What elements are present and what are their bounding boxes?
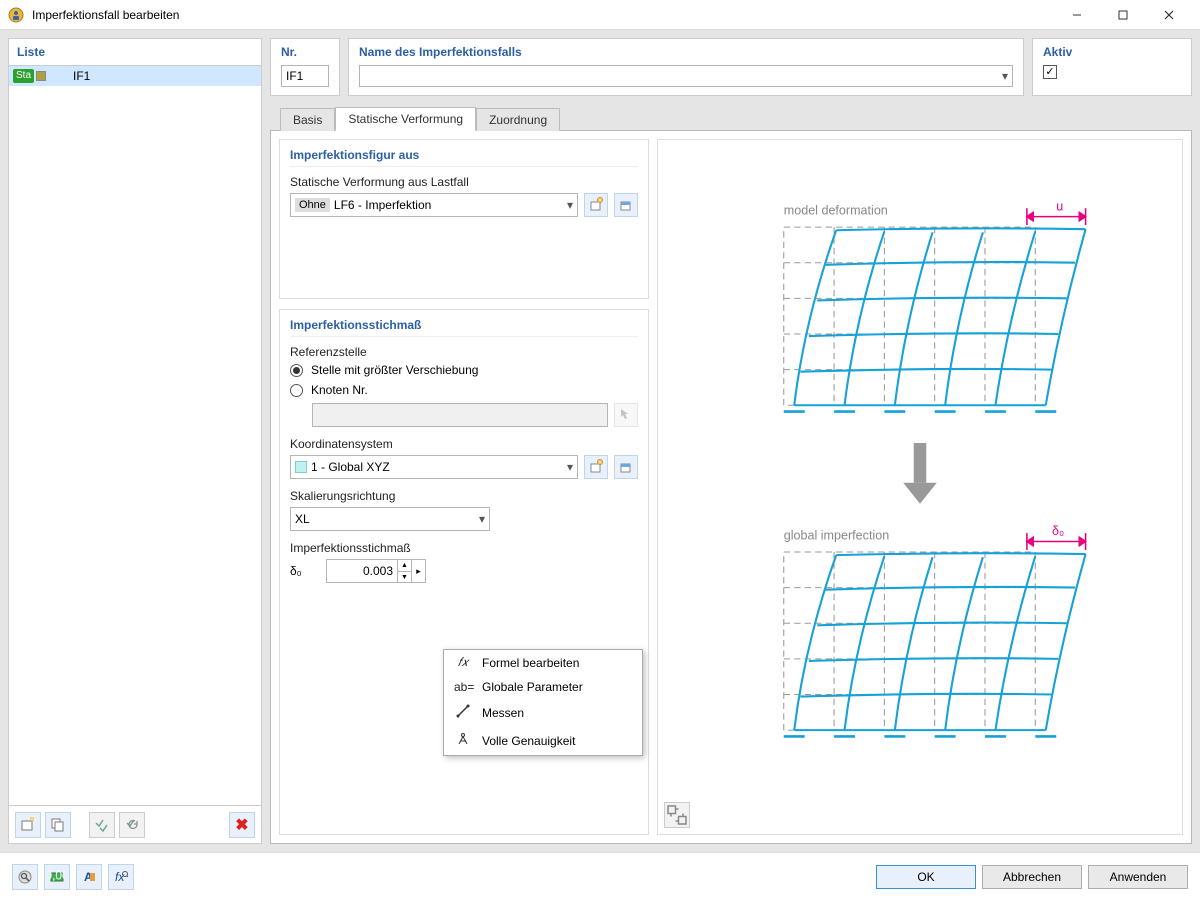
scale-label: Skalierungsrichtung — [290, 489, 638, 503]
tabs: Basis Statische Verformung Zuordnung — [270, 104, 1192, 130]
svg-text:global imperfection: global imperfection — [784, 528, 889, 542]
nr-field[interactable]: IF1 — [281, 65, 329, 87]
formula-toolbar-button[interactable]: fx — [108, 864, 134, 890]
aktiv-checkbox[interactable] — [1043, 65, 1057, 79]
help-button[interactable] — [12, 864, 38, 890]
header-row: Nr. IF1 Name des Imperfektionsfalls ▾ Ak… — [270, 38, 1192, 96]
font-button[interactable]: A — [76, 864, 102, 890]
chevron-down-icon: ▾ — [561, 198, 573, 212]
list-item-name: IF1 — [67, 69, 261, 83]
name-combo[interactable]: ▾ — [359, 65, 1013, 87]
apply-button[interactable]: Anwenden — [1088, 865, 1188, 889]
precision-icon — [454, 732, 472, 750]
csys-label: Koordinatensystem — [290, 437, 638, 451]
cancel-button[interactable]: Abbrechen — [982, 865, 1082, 889]
name-box: Name des Imperfektionsfalls ▾ — [348, 38, 1024, 96]
chevron-down-icon: ▾ — [473, 512, 485, 526]
titlebar: Imperfektionsfall bearbeiten — [0, 0, 1200, 30]
preview-diagram: model deformation u — [658, 140, 1182, 834]
nr-box: Nr. IF1 — [270, 38, 340, 96]
list-item-tag: Sta — [13, 69, 34, 83]
section-title: Imperfektionsstichmaß — [290, 318, 638, 337]
chevron-down-icon: ▾ — [1002, 69, 1008, 83]
radio-icon — [290, 384, 303, 397]
preview-toolbar — [664, 802, 690, 828]
tab-basis[interactable]: Basis — [280, 108, 335, 131]
list-toolbar: ✖ — [9, 805, 261, 843]
copy-item-button[interactable] — [45, 812, 71, 838]
svg-text:0,00: 0,00 — [49, 869, 65, 883]
context-menu: 𝑓𝑥 Formel bearbeiten ab= Globale Paramet… — [443, 649, 643, 756]
aktiv-box: Aktiv — [1032, 38, 1192, 96]
node-nr-field — [312, 403, 608, 427]
delete-item-button[interactable]: ✖ — [229, 812, 255, 838]
main-panel: Nr. IF1 Name des Imperfektionsfalls ▾ Ak… — [270, 38, 1192, 844]
new-loadcase-button[interactable] — [584, 193, 608, 217]
refresh-button[interactable] — [119, 812, 145, 838]
bottom-bar: 0,00 A fx OK Abbrechen Anwenden — [0, 852, 1200, 900]
list-body: Sta IF1 — [9, 66, 261, 805]
tab-body: Imperfektionsfigur aus Statische Verform… — [270, 130, 1192, 844]
new-item-button[interactable] — [15, 812, 41, 838]
radio-max-displacement[interactable]: Stelle mit größter Verschiebung — [290, 363, 638, 377]
menu-item-globale-parameter[interactable]: ab= Globale Parameter — [444, 675, 642, 699]
app-icon — [8, 7, 24, 23]
maximize-button[interactable] — [1100, 0, 1146, 30]
list-panel-header: Liste — [9, 39, 261, 66]
svg-text:δ₀: δ₀ — [1052, 524, 1064, 538]
tab-container: Basis Statische Verformung Zuordnung Imp… — [270, 104, 1192, 844]
section-title: Imperfektionsfigur aus — [290, 148, 638, 167]
preview-settings-button[interactable] — [664, 802, 690, 828]
tab-statische-verformung[interactable]: Statische Verformung — [335, 107, 476, 131]
loadcase-prefix: Ohne — [295, 198, 330, 212]
pick-node-button[interactable] — [614, 403, 638, 427]
list-item[interactable]: Sta IF1 — [9, 66, 261, 86]
check-all-button[interactable] — [89, 812, 115, 838]
ok-button[interactable]: OK — [876, 865, 976, 889]
delta-input[interactable]: 0.003 ▲ ▼ ▸ — [326, 559, 426, 583]
svg-text:u: u — [1056, 199, 1063, 213]
parameter-icon: ab= — [454, 680, 472, 694]
csys-combo[interactable]: 1 - Global XYZ ▾ — [290, 455, 578, 479]
delta-symbol: δ₀ — [290, 564, 320, 578]
fx-icon: 𝑓𝑥 — [454, 655, 472, 670]
spinner-up[interactable]: ▲ — [397, 560, 411, 571]
spinner-down[interactable]: ▼ — [397, 571, 411, 582]
list-panel: Liste Sta IF1 ✖ — [8, 38, 262, 844]
preview-panel: model deformation u — [657, 139, 1183, 835]
chevron-down-icon: ▾ — [561, 460, 573, 474]
delta-section-label: Imperfektionsstichmaß — [290, 541, 638, 555]
new-csys-button[interactable] — [584, 455, 608, 479]
menu-item-messen[interactable]: Messen — [444, 699, 642, 727]
name-label: Name des Imperfektionsfalls — [359, 45, 1013, 59]
edit-loadcase-button[interactable] — [614, 193, 638, 217]
measure-icon — [454, 704, 472, 722]
csys-color-icon — [295, 461, 307, 473]
menu-item-volle-genauigkeit[interactable]: Volle Genauigkeit — [444, 727, 642, 755]
minimize-button[interactable] — [1054, 0, 1100, 30]
window-title: Imperfektionsfall bearbeiten — [32, 8, 1054, 22]
scale-combo[interactable]: XL ▾ — [290, 507, 490, 531]
nr-label: Nr. — [281, 45, 329, 59]
units-button[interactable]: 0,00 — [44, 864, 70, 890]
svg-text:model deformation: model deformation — [784, 204, 888, 218]
loadcase-combo[interactable]: Ohne LF6 - Imperfektion ▾ — [290, 193, 578, 217]
radio-icon — [290, 364, 303, 377]
menu-item-formel[interactable]: 𝑓𝑥 Formel bearbeiten — [444, 650, 642, 675]
tab-zuordnung[interactable]: Zuordnung — [476, 108, 560, 131]
radio-node-nr[interactable]: Knoten Nr. — [290, 383, 638, 397]
edit-csys-button[interactable] — [614, 455, 638, 479]
ref-label: Referenzstelle — [290, 345, 638, 359]
list-item-color-icon — [36, 71, 46, 81]
spinner-more[interactable]: ▸ — [411, 560, 425, 582]
section-imperfektionsfigur: Imperfektionsfigur aus Statische Verform… — [279, 139, 649, 299]
section-stichmass: Imperfektionsstichmaß Referenzstelle Ste… — [279, 309, 649, 835]
aktiv-label: Aktiv — [1043, 45, 1181, 59]
loadcase-label: Statische Verformung aus Lastfall — [290, 175, 638, 189]
close-button[interactable] — [1146, 0, 1192, 30]
